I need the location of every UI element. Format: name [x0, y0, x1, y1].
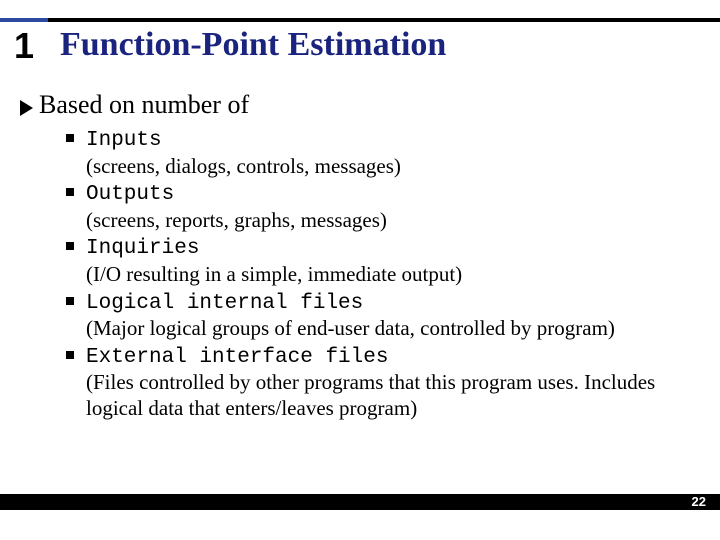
item-term: External interface files: [86, 346, 388, 369]
item-desc: (screens, dialogs, controls, messages): [86, 154, 690, 180]
page-number: 22: [692, 494, 706, 509]
slide-section-number: 1: [14, 25, 34, 67]
list-item: Outputs (screens, reports, graphs, messa…: [66, 180, 690, 233]
item-term: Logical internal files: [86, 292, 363, 315]
slide-title: Function-Point Estimation: [60, 26, 446, 64]
top-rule: [0, 18, 720, 22]
footer-bar: [0, 494, 720, 510]
lead-line: Based on number of: [20, 90, 690, 120]
item-desc: (I/O resulting in a simple, immediate ou…: [86, 262, 690, 288]
slide-content: Based on number of Inputs (screens, dial…: [20, 90, 690, 423]
arrow-bullet-icon: [20, 100, 33, 116]
item-term: Inputs: [86, 129, 162, 152]
slide: 1 Function-Point Estimation Based on num…: [0, 0, 720, 540]
item-term: Outputs: [86, 183, 174, 206]
item-term: Inquiries: [86, 237, 199, 260]
item-desc: (Files controlled by other programs that…: [86, 370, 690, 421]
lead-text: Based on number of: [39, 90, 249, 120]
list-item: External interface files (Files controll…: [66, 343, 690, 422]
list-item: Inputs (screens, dialogs, controls, mess…: [66, 126, 690, 179]
list-item: Logical internal files (Major logical gr…: [66, 289, 690, 342]
item-desc: (Major logical groups of end-user data, …: [86, 316, 690, 342]
slide-number-box: 1: [0, 22, 48, 70]
bullet-list: Inputs (screens, dialogs, controls, mess…: [66, 126, 690, 422]
list-item: Inquiries (I/O resulting in a simple, im…: [66, 234, 690, 287]
item-desc: (screens, reports, graphs, messages): [86, 208, 690, 234]
